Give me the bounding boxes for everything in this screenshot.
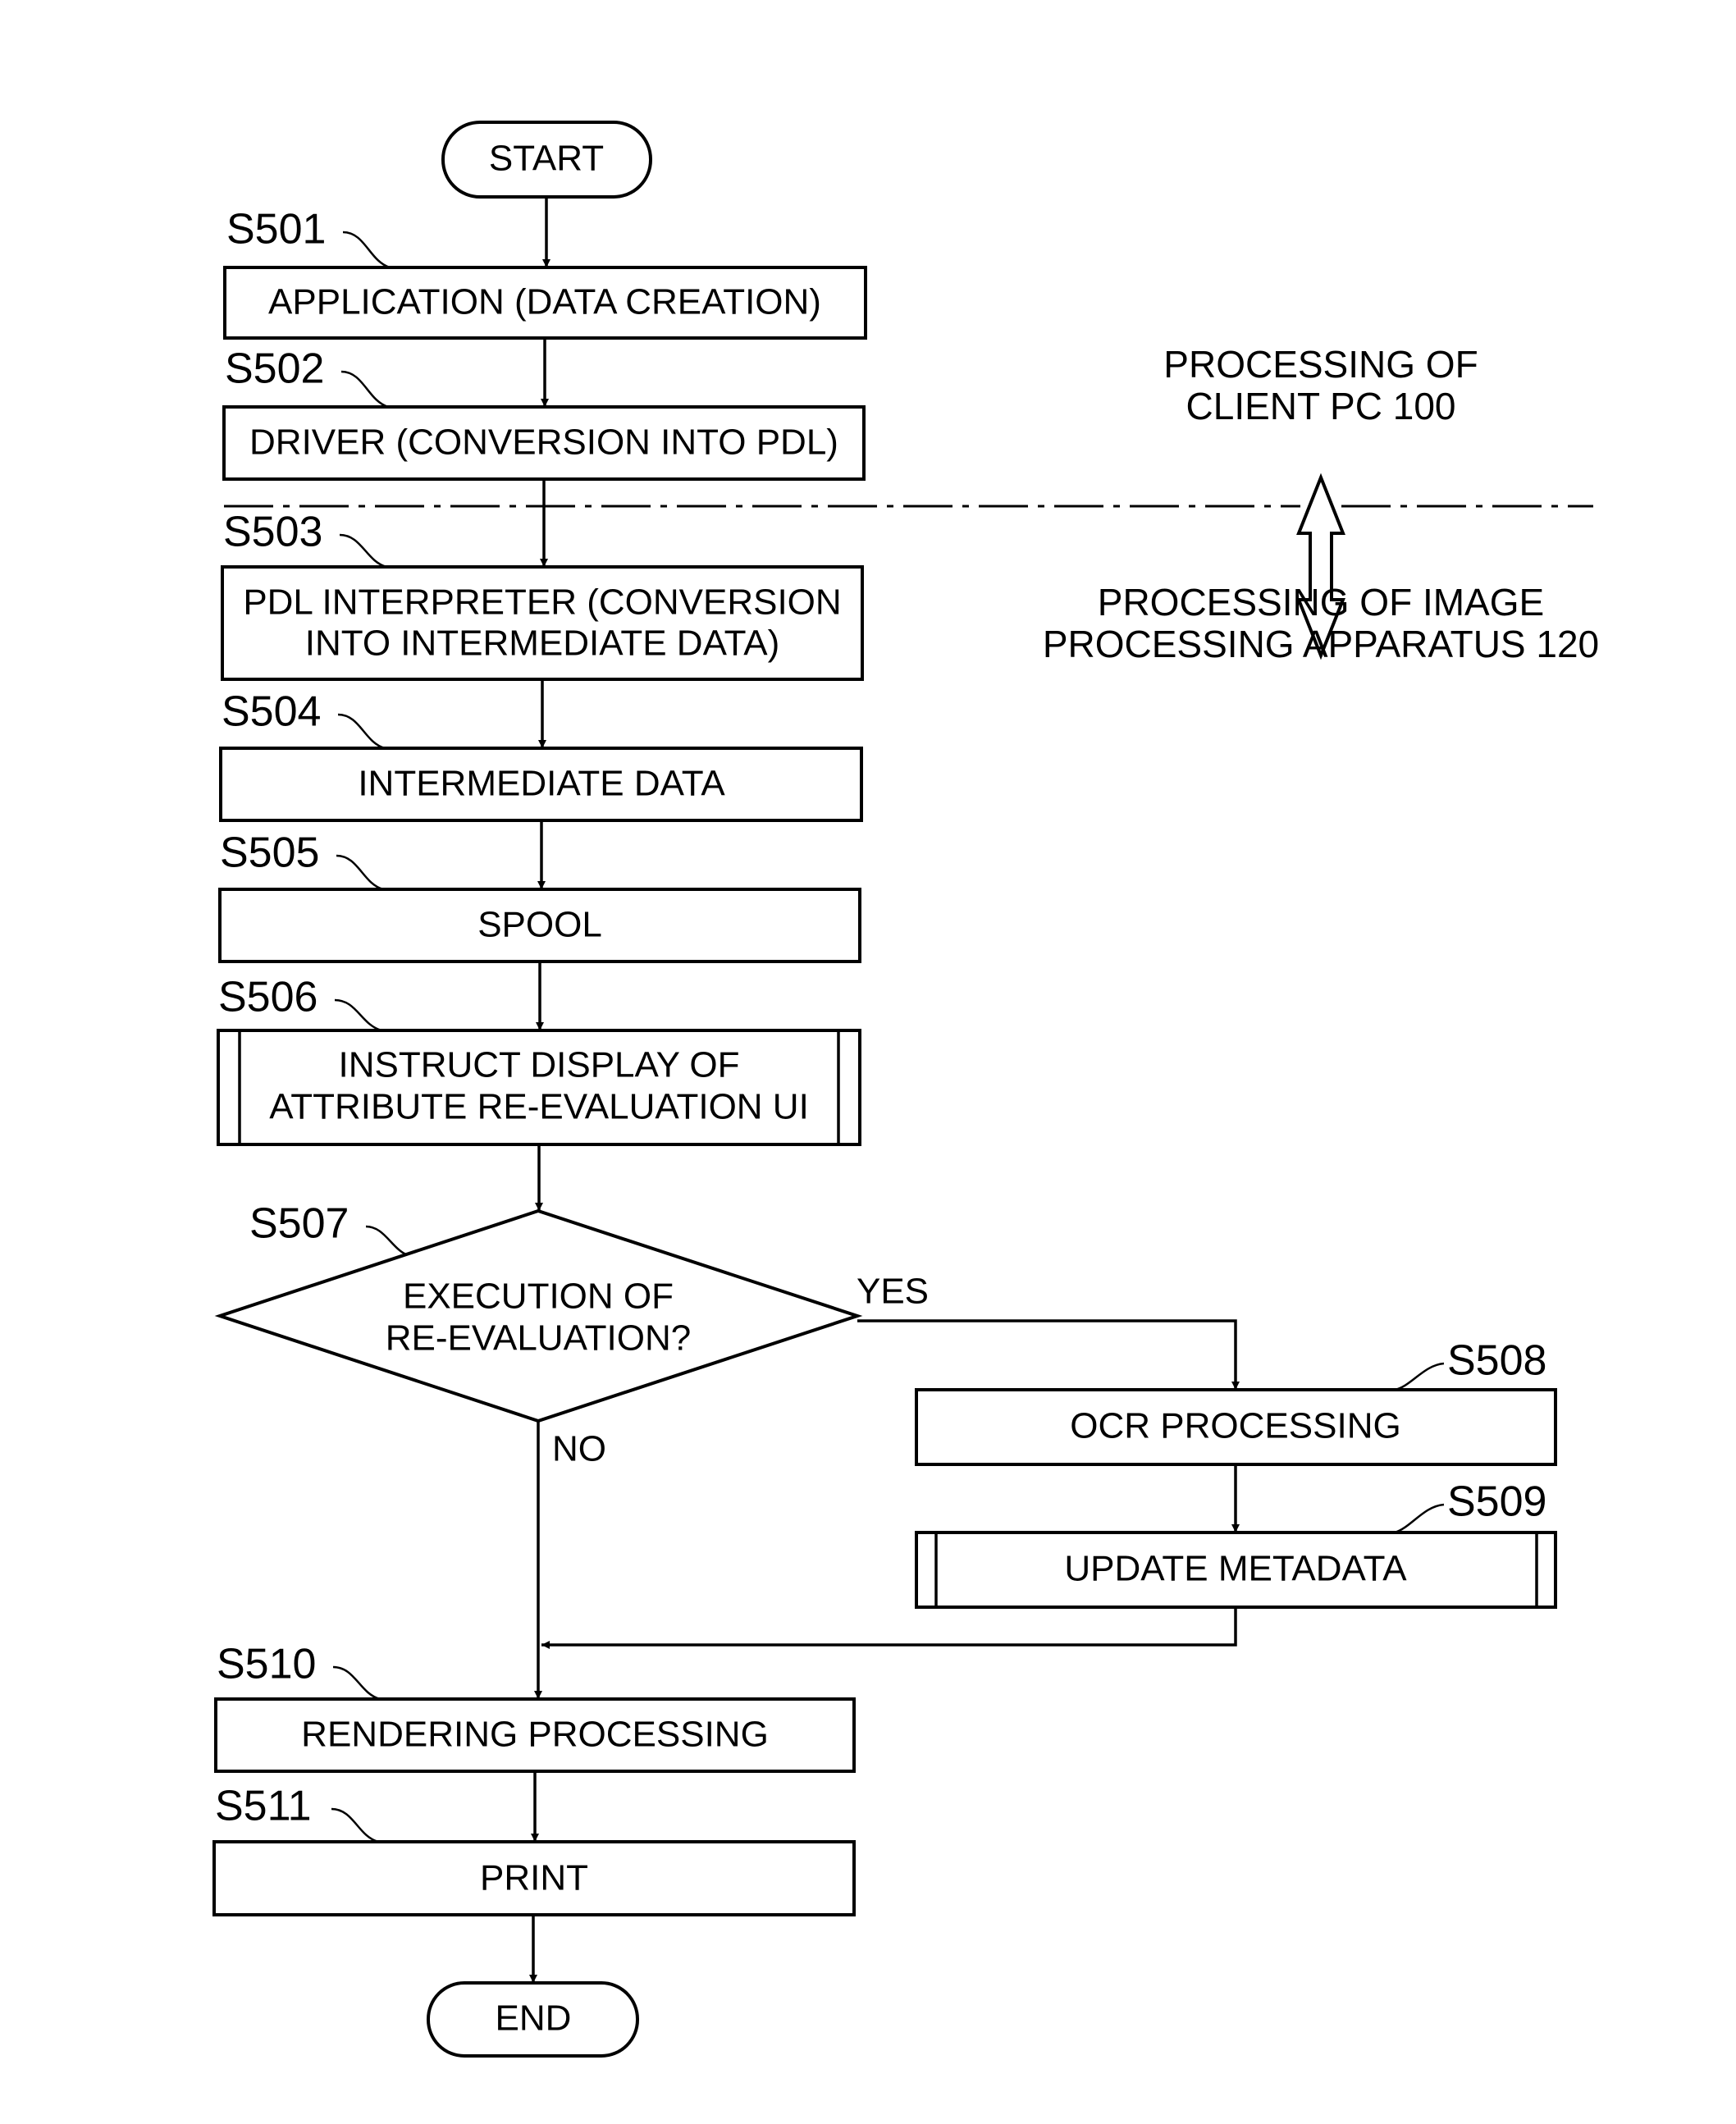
leader-s511 — [331, 1807, 379, 1843]
step-text-s505: SPOOL — [477, 905, 602, 945]
leader-s503 — [339, 533, 387, 569]
step-id-s504: S504 — [222, 688, 321, 736]
step-id-s506: S506 — [218, 974, 318, 1021]
arrow-s509-merge — [541, 1607, 1237, 1649]
leader-s509 — [1394, 1503, 1445, 1534]
step-s510: S510 RENDERING PROCESSING — [214, 1641, 856, 1773]
lower-label-line1: PROCESSING OF IMAGE — [1098, 581, 1544, 623]
boundary-annotation: PROCESSING OF CLIENT PC 100 PROCESSING O… — [1043, 343, 1599, 665]
step-id-s511: S511 — [215, 1783, 312, 1830]
decision-text-line1: EXECUTION OF — [403, 1277, 674, 1317]
leader-s507 — [365, 1225, 411, 1258]
step-id-s507: S507 — [249, 1200, 349, 1248]
step-text-s508: OCR PROCESSING — [1070, 1406, 1400, 1446]
no-branch-label: NO — [552, 1429, 606, 1469]
end-terminal: END — [427, 1981, 639, 2058]
start-label: START — [489, 139, 604, 179]
step-text-s509: UPDATE METADATA — [1064, 1549, 1407, 1589]
yes-branch-label: YES — [857, 1272, 929, 1312]
leader-s506 — [334, 998, 382, 1032]
leader-s501 — [342, 231, 391, 269]
leader-s510 — [332, 1665, 381, 1701]
step-text-s502: DRIVER (CONVERSION INTO PDL) — [249, 423, 838, 463]
step-text-s503-line1: PDL INTERPRETER (CONVERSION — [243, 582, 841, 623]
step-id-s503: S503 — [223, 509, 322, 556]
step-id-s510: S510 — [217, 1641, 316, 1688]
step-s505: S505 SPOOL — [218, 829, 861, 963]
decision-text-line2: RE-EVALUATION? — [386, 1318, 691, 1359]
leader-s508 — [1394, 1362, 1445, 1391]
step-text-s506-line2: ATTRIBUTE RE-EVALUATION UI — [269, 1087, 809, 1127]
leader-s505 — [336, 854, 384, 891]
step-s503: S503 PDL INTERPRETER (CONVERSION INTO IN… — [221, 509, 864, 681]
step-text-s506-line1: INSTRUCT DISPLAY OF — [339, 1045, 740, 1085]
step-text-s501: APPLICATION (DATA CREATION) — [268, 282, 821, 322]
step-id-s508: S508 — [1447, 1337, 1546, 1385]
lower-label-line2: PROCESSING APPARATUS 120 — [1043, 623, 1599, 665]
upper-label-line1: PROCESSING OF — [1163, 343, 1478, 386]
step-id-s509: S509 — [1447, 1478, 1546, 1526]
step-s507-decision: S507 EXECUTION OF RE-EVALUATION? — [214, 1200, 863, 1423]
step-id-s505: S505 — [220, 829, 319, 877]
upper-label-line2: CLIENT PC 100 — [1186, 385, 1456, 427]
step-text-s503-line2: INTO INTERMEDIATE DATA) — [305, 623, 780, 664]
step-text-s511: PRINT — [480, 1858, 588, 1898]
start-terminal: START — [441, 121, 652, 199]
step-id-s502: S502 — [225, 345, 324, 393]
flowchart: START S501 APPLICATION (DATA CREATION) S… — [212, 121, 1599, 2058]
yes-arrow — [857, 1319, 1240, 1390]
step-id-s501: S501 — [226, 206, 326, 254]
step-text-s504: INTERMEDIATE DATA — [358, 764, 725, 804]
leader-s502 — [340, 370, 389, 409]
step-text-s510: RENDERING PROCESSING — [301, 1715, 769, 1755]
end-label: END — [496, 1998, 572, 2039]
leader-s504 — [337, 713, 386, 750]
